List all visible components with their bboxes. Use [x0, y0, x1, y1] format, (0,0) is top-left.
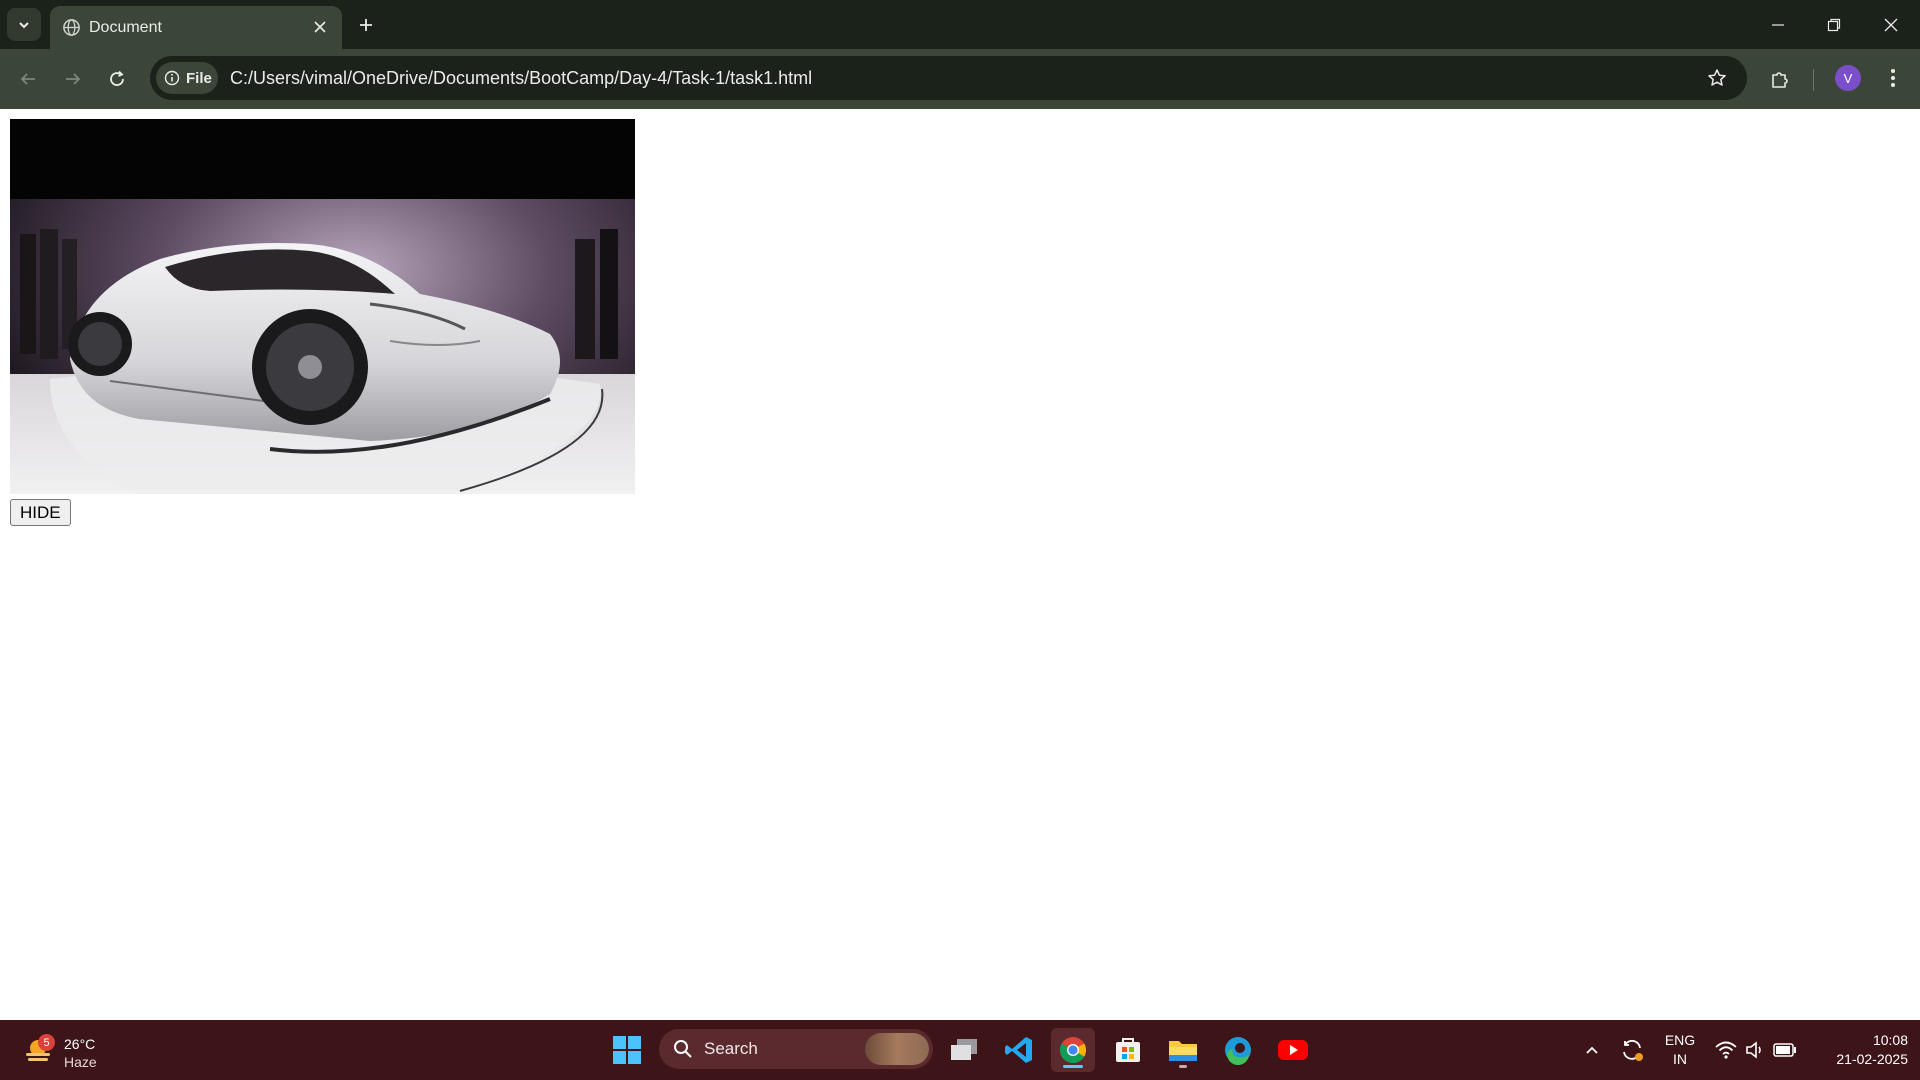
taskbar-edge[interactable]: [1216, 1028, 1260, 1072]
start-icon: [613, 1036, 641, 1064]
restore-icon: [1827, 18, 1841, 32]
kebab-menu-icon: [1891, 69, 1895, 87]
sync-icon: [1623, 1039, 1643, 1061]
puzzle-icon: [1772, 72, 1788, 88]
youtube-icon: [1278, 1040, 1308, 1060]
profile-avatar[interactable]: V: [1835, 65, 1861, 91]
site-info-chip[interactable]: File: [156, 62, 218, 94]
edge-icon: [1225, 1037, 1251, 1065]
new-tab-button[interactable]: [353, 12, 379, 38]
taskbar-vscode[interactable]: [997, 1028, 1041, 1072]
search-label: Search: [704, 1039, 758, 1058]
globe-icon: [63, 19, 80, 36]
url-text[interactable]: C:/Users/vimal/OneDrive/Documents/BootCa…: [230, 68, 812, 89]
reload-icon: [110, 70, 124, 86]
chevron-up-icon: [1586, 1046, 1598, 1054]
search-icon: [674, 1040, 692, 1058]
taskbar-youtube[interactable]: [1271, 1028, 1315, 1072]
volume-icon: [1746, 1041, 1761, 1059]
task-view-icon: [951, 1039, 977, 1060]
hide-button[interactable]: HIDE: [10, 499, 71, 526]
plus-icon: [360, 19, 372, 31]
window-close-button[interactable]: [1871, 10, 1911, 40]
minimize-icon: [1772, 24, 1784, 26]
page-viewport: HIDE: [0, 109, 1920, 1020]
battery-icon: [1773, 1043, 1796, 1057]
weather-temp: 26°C: [64, 1036, 96, 1052]
info-icon: [164, 70, 180, 86]
close-icon: [1884, 18, 1898, 32]
active-indicator: [1063, 1065, 1083, 1068]
arrow-right-icon: [66, 73, 81, 85]
weather-condition: Haze: [64, 1054, 97, 1070]
restore-button[interactable]: [1814, 10, 1854, 40]
reload-button[interactable]: [99, 61, 135, 97]
tray-overflow-button[interactable]: [1570, 1028, 1614, 1072]
extensions-button[interactable]: [1762, 61, 1798, 97]
tab-title: Document: [89, 19, 162, 36]
task-view-button[interactable]: [942, 1028, 986, 1072]
bookmark-button[interactable]: [1705, 66, 1729, 90]
search-highlight-image: [865, 1033, 929, 1065]
weather-widget[interactable]: 5 26°C Haze: [20, 1028, 110, 1072]
star-icon: [1708, 69, 1726, 86]
microsoft-store-icon: [1116, 1038, 1140, 1062]
tab-search-button[interactable]: [7, 8, 41, 41]
wifi-icon: [1715, 1041, 1737, 1059]
start-button[interactable]: [605, 1028, 649, 1072]
language-primary: ENG: [1664, 1032, 1696, 1048]
clock[interactable]: 10:08 21-02-2025: [1808, 1032, 1908, 1067]
site-info-label: File: [186, 69, 212, 87]
close-icon: [314, 21, 326, 33]
car-image: [10, 119, 635, 494]
minimize-button[interactable]: [1758, 10, 1798, 40]
forward-button[interactable]: [55, 61, 91, 97]
chrome-icon: [1059, 1037, 1087, 1064]
address-bar[interactable]: File C:/Users/vimal/OneDrive/Documents/B…: [150, 56, 1747, 100]
browser-tab-active[interactable]: Document: [50, 6, 342, 49]
back-button[interactable]: [10, 61, 46, 97]
taskbar: 5 26°C Haze Search ENG IN 10:08 21-02-20…: [0, 1020, 1920, 1080]
weather-badge: 5: [38, 1034, 55, 1051]
clock-time: 10:08: [1872, 1032, 1908, 1048]
browser-menu-button[interactable]: [1878, 63, 1908, 93]
tray-sync[interactable]: [1610, 1028, 1654, 1072]
browser-title-bar: Document: [0, 0, 1920, 49]
browser-toolbar: File C:/Users/vimal/OneDrive/Documents/B…: [0, 49, 1920, 109]
language-indicator[interactable]: ENG IN: [1660, 1032, 1700, 1067]
chevron-down-icon: [19, 21, 29, 28]
language-secondary: IN: [1673, 1051, 1687, 1067]
tab-close-button[interactable]: [308, 15, 332, 39]
taskbar-file-explorer[interactable]: [1161, 1028, 1205, 1072]
taskbar-search[interactable]: Search: [659, 1029, 933, 1069]
taskbar-store[interactable]: [1106, 1028, 1150, 1072]
arrow-left-icon: [20, 73, 35, 85]
toolbar-divider: [1813, 69, 1814, 91]
vscode-icon: [1005, 1037, 1032, 1063]
taskbar-chrome[interactable]: [1051, 1028, 1095, 1072]
tray-quick-settings[interactable]: [1706, 1028, 1806, 1072]
file-explorer-icon: [1169, 1041, 1197, 1061]
open-indicator: [1179, 1065, 1187, 1068]
clock-date: 21-02-2025: [1836, 1051, 1908, 1067]
